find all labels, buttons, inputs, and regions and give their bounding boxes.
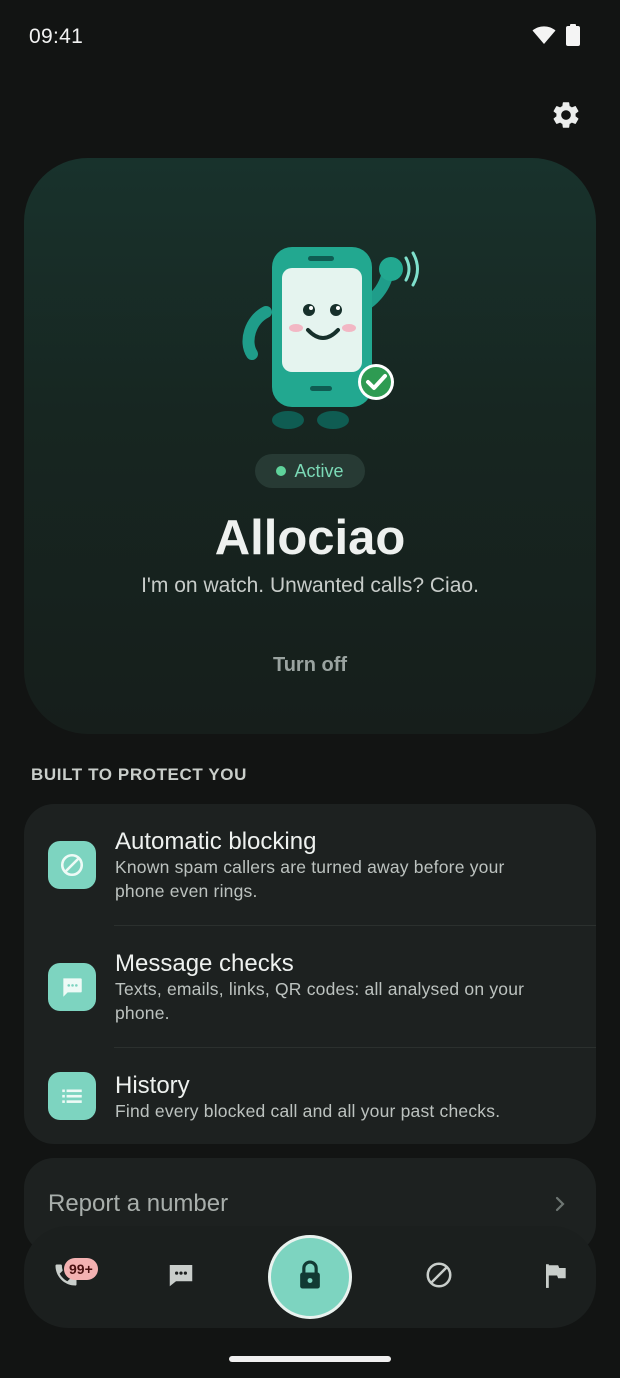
message-icon — [48, 963, 96, 1011]
list-icon — [48, 1072, 96, 1120]
feature-history[interactable]: History Find every blocked call and all … — [24, 1048, 596, 1144]
block-icon — [424, 1260, 454, 1295]
status-time: 09:41 — [29, 25, 84, 48]
feature-message-checks[interactable]: Message checks Texts, emails, links, QR … — [24, 926, 596, 1048]
status-bar: 09:41 — [0, 0, 620, 76]
feature-description: Find every blocked call and all your pas… — [115, 1101, 501, 1121]
app-tagline: I'm on watch. Unwanted calls? Ciao. — [141, 574, 479, 597]
turn-off-button[interactable]: Turn off — [230, 640, 390, 690]
report-number-label: Report a number — [48, 1190, 229, 1217]
flag-icon — [543, 1261, 569, 1294]
app-title: Allociao — [214, 511, 406, 565]
chevron-right-icon — [554, 1194, 566, 1219]
gear-icon — [550, 99, 582, 136]
nav-report[interactable] — [528, 1249, 584, 1305]
protection-lock-button[interactable] — [268, 1235, 352, 1319]
missed-calls-badge: 99+ — [64, 1258, 98, 1280]
nav-blocked[interactable] — [411, 1249, 467, 1305]
feature-title: Message checks — [115, 950, 294, 977]
battery-icon — [566, 24, 580, 51]
settings-button[interactable] — [547, 98, 585, 136]
bottom-navigation: 99+ — [24, 1226, 596, 1328]
nav-messages[interactable] — [153, 1249, 209, 1305]
protection-status-card: Active Allociao I'm on watch. Unwanted c… — [24, 158, 596, 734]
status-badge: Active — [255, 454, 365, 488]
section-heading: BUILT TO PROTECT YOU — [31, 765, 248, 784]
status-badge-label: Active — [294, 460, 344, 481]
feature-title: History — [115, 1072, 190, 1099]
features-card: Automatic blocking Known spam callers ar… — [24, 804, 596, 1144]
message-icon — [166, 1260, 196, 1295]
feature-title: Automatic blocking — [115, 828, 317, 855]
block-icon — [48, 841, 96, 889]
lock-icon — [295, 1259, 325, 1296]
feature-automatic-blocking[interactable]: Automatic blocking Known spam callers ar… — [24, 804, 596, 926]
status-icons — [532, 24, 580, 51]
mascot-phone-illustration — [236, 242, 426, 432]
home-indicator[interactable] — [229, 1356, 391, 1362]
feature-description: Known spam callers are turned away befor… — [115, 857, 505, 901]
wifi-icon — [532, 25, 556, 50]
active-dot-icon — [276, 466, 287, 476]
feature-description: Texts, emails, links, QR codes: all anal… — [115, 979, 525, 1023]
